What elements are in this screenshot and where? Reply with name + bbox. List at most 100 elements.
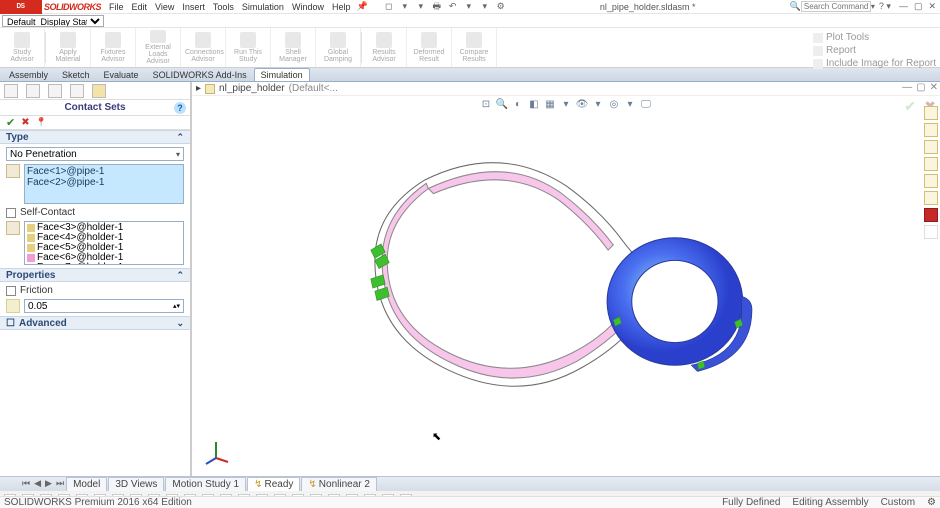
search-icon[interactable]: 🔍 [790, 1, 801, 12]
close-icon[interactable]: ✕ [928, 1, 936, 12]
cancel-icon[interactable]: ✖ [21, 117, 29, 128]
ribbon-run-study[interactable]: Run This Study [226, 28, 271, 67]
display-state-select[interactable]: Default_Display State-1 [2, 15, 104, 27]
ribbon-compare[interactable]: Compare Results [452, 28, 497, 67]
help-circle-icon[interactable]: ? [174, 102, 186, 114]
menu-insert[interactable]: Insert [182, 2, 205, 12]
ribbon-deformed[interactable]: Deformed Result [407, 28, 452, 67]
print-icon[interactable]: 🖶 [432, 2, 442, 12]
friction-checkbox[interactable] [6, 286, 16, 296]
ribbon-damping[interactable]: Global Damping [316, 28, 361, 67]
ribbon-study-advisor[interactable]: Study Advisor [0, 28, 45, 67]
fixtures-icon [105, 32, 121, 48]
dimx-icon[interactable] [70, 84, 84, 98]
view-triad[interactable] [202, 438, 230, 466]
menu-view[interactable]: View [155, 2, 174, 12]
menu-tools[interactable]: Tools [213, 2, 234, 12]
set1-icon[interactable] [6, 164, 20, 178]
set1-list[interactable]: Face<1>@pipe-1 Face<2>@pipe-1 [24, 164, 184, 204]
ribbon-external-loads[interactable]: External Loads Advisor [136, 28, 181, 67]
tab-nav-first-icon[interactable]: ⏮ [20, 478, 32, 489]
tab-nav-prev-icon[interactable]: ◀ [32, 478, 43, 489]
quick-access-toolbar: ◻ ▾ ▾ 🖶 ↶ ▾ ▾ ⚙ [384, 2, 506, 12]
compare-icon [466, 32, 482, 48]
friction-value-input[interactable]: 0.05▴▾ [24, 299, 184, 313]
ribbon-connections[interactable]: Connections Advisor [181, 28, 226, 67]
ribbon-results-advisor[interactable]: Results Advisor [362, 28, 407, 67]
vp-minimize-icon[interactable]: — [902, 82, 912, 93]
model-render [192, 96, 940, 486]
search-input[interactable] [801, 1, 871, 12]
loads-icon [150, 30, 166, 43]
menu-simulation[interactable]: Simulation [242, 2, 284, 12]
feature-tree-icon[interactable] [4, 84, 18, 98]
expand-icon[interactable]: ▸ [196, 83, 201, 94]
document-title: nl_pipe_holder.sldasm * [506, 2, 790, 12]
search-dropdown-icon[interactable]: ▾ [871, 2, 875, 11]
tab-evaluate[interactable]: Evaluate [97, 68, 146, 81]
plot-tools-icon[interactable] [813, 33, 823, 43]
appearance-icon[interactable] [92, 84, 106, 98]
main-area: Contact Sets ? ✔ ✖ 📍 Type⌃ No Penetratio… [0, 82, 940, 476]
tab-sketch[interactable]: Sketch [55, 68, 97, 81]
include-image-label[interactable]: Include Image for Report [826, 58, 936, 69]
tab-3dviews[interactable]: 3D Views [108, 477, 164, 491]
tab-nav-last-icon[interactable]: ⏭ [54, 478, 66, 489]
undo-icon[interactable]: ↶ [448, 2, 458, 12]
redo-icon[interactable]: ▾ [464, 2, 474, 12]
list-item[interactable]: Face<1>@pipe-1 [27, 166, 181, 177]
open-icon[interactable]: ▾ [400, 2, 410, 12]
color-swatch [27, 264, 35, 265]
tab-assembly[interactable]: Assembly [2, 68, 55, 81]
graphics-viewport[interactable]: ▸ nl_pipe_holder (Default<... — ▢ ✕ ⊡ 🔍 … [192, 82, 940, 476]
menu-window[interactable]: Window [292, 2, 324, 12]
save-icon[interactable]: ▾ [416, 2, 426, 12]
ribbon-apply-material[interactable]: Apply Material [46, 28, 91, 67]
panel-title: Contact Sets ? [0, 100, 190, 116]
menu-file[interactable]: File [109, 2, 124, 12]
config-icon[interactable] [48, 84, 62, 98]
section-properties-header[interactable]: Properties⌃ [0, 268, 190, 282]
dropdown-icon: ▾ [176, 150, 180, 159]
property-icon[interactable] [26, 84, 40, 98]
rebuild-icon[interactable]: ▾ [480, 2, 490, 12]
tab-simulation[interactable]: Simulation [254, 68, 310, 81]
ribbon-fixtures[interactable]: Fixtures Advisor [91, 28, 136, 67]
self-contact-checkbox[interactable] [6, 208, 16, 218]
tab-addins[interactable]: SOLIDWORKS Add-Ins [146, 68, 254, 81]
menu-help[interactable]: Help [332, 2, 351, 12]
contact-type-select[interactable]: No Penetration▾ [6, 147, 184, 161]
color-swatch [27, 254, 35, 262]
vp-close-icon[interactable]: ✕ [930, 82, 938, 93]
include-image-icon[interactable] [813, 59, 823, 69]
help-icon[interactable]: ? ▾ [879, 1, 891, 12]
set2-icon[interactable] [6, 221, 20, 235]
spinner-icon[interactable]: ▴▾ [173, 302, 180, 310]
tab-model[interactable]: Model [66, 477, 107, 491]
menu-edit[interactable]: Edit [132, 2, 148, 12]
maximize-icon[interactable]: ▢ [914, 1, 923, 12]
ok-icon[interactable]: ✔ [6, 116, 15, 129]
vp-maximize-icon[interactable]: ▢ [916, 82, 925, 93]
minimize-icon[interactable]: — [899, 1, 908, 12]
menu-pin-icon[interactable]: 📌 [356, 1, 367, 12]
report-label[interactable]: Report [826, 45, 856, 56]
tab-nav-next-icon[interactable]: ▶ [43, 478, 54, 489]
plot-tools-label[interactable]: Plot Tools [826, 32, 869, 43]
status-gear-icon[interactable]: ⚙ [927, 497, 936, 508]
set2-list[interactable]: Face<3>@holder-1 Face<4>@holder-1 Face<5… [24, 221, 184, 265]
status-custom[interactable]: Custom [881, 497, 915, 508]
pushpin-icon[interactable]: 📍 [36, 117, 47, 128]
section-advanced-header[interactable]: ☐Advanced⌄ [0, 316, 190, 330]
ribbon-shell[interactable]: Shell Manager [271, 28, 316, 67]
section-type-body: No Penetration▾ Face<1>@pipe-1 Face<2>@p… [0, 144, 190, 268]
new-icon[interactable]: ◻ [384, 2, 394, 12]
status-mode: Editing Assembly [792, 497, 868, 508]
property-manager: Contact Sets ? ✔ ✖ 📍 Type⌃ No Penetratio… [0, 82, 192, 476]
breadcrumb-part[interactable]: nl_pipe_holder [219, 83, 285, 94]
section-type-header[interactable]: Type⌃ [0, 130, 190, 144]
list-item[interactable]: Face<7>@holder-1 [27, 263, 181, 265]
list-item[interactable]: Face<2>@pipe-1 [27, 177, 181, 188]
report-icon[interactable] [813, 46, 823, 56]
options-icon[interactable]: ⚙ [496, 2, 506, 12]
